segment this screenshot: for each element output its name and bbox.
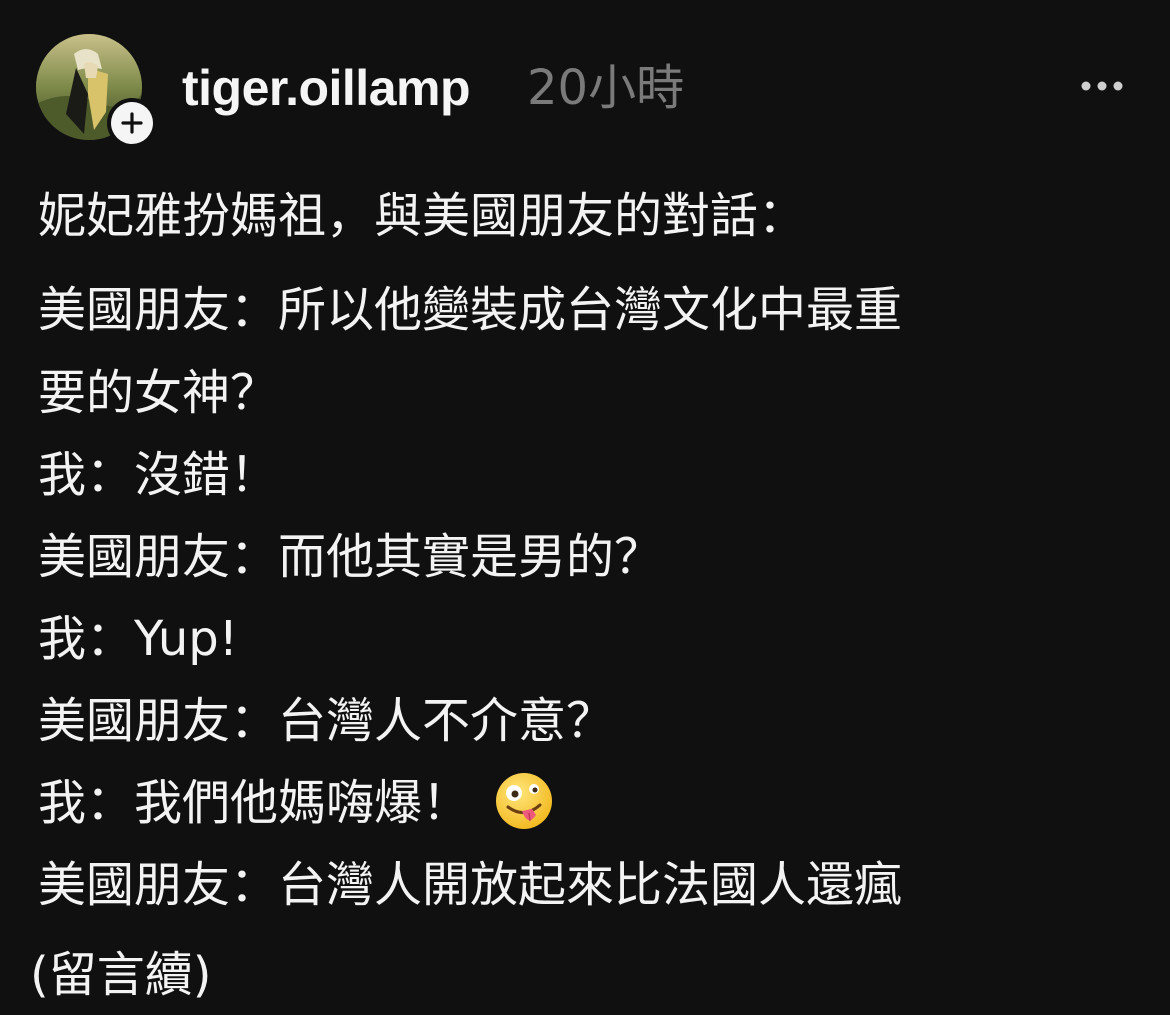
plus-icon bbox=[121, 112, 143, 134]
dialogue-line: 美國朋友：而他其實是男的？ bbox=[38, 529, 663, 585]
dialogue-line: 美國朋友：台灣人不介意？ bbox=[38, 693, 615, 749]
zany-face-emoji-icon bbox=[496, 773, 553, 829]
avatar-container[interactable] bbox=[36, 34, 157, 148]
username-link[interactable]: tiger.oillamp bbox=[182, 58, 471, 118]
continued-in-comments-note: (留言續) bbox=[30, 947, 212, 1003]
dialogue-line: 美國朋友：台灣人開放起來比法國人還瘋 bbox=[38, 857, 903, 913]
more-options-button[interactable] bbox=[1076, 66, 1128, 106]
dialogue-line-with-emoji: 我：我們他媽嗨爆！ bbox=[38, 762, 1138, 844]
dialogue-text: 我：我們他媽嗨爆！ bbox=[38, 775, 471, 831]
post-title-line: 妮妃雅扮媽祖，與美國朋友的對話： bbox=[38, 188, 807, 244]
follow-button[interactable] bbox=[107, 98, 157, 148]
dialogue-line: 我：Yup! bbox=[38, 611, 238, 667]
dialogue-line: 我：沒錯！ bbox=[38, 447, 279, 503]
dialogue-line: 要的女神？ bbox=[38, 365, 279, 421]
post-body: 妮妃雅扮媽祖，與美國朋友的對話： 美國朋友：所以他變裝成台灣文化中最重 要的女神… bbox=[38, 174, 1138, 926]
more-horizontal-icon bbox=[1081, 81, 1123, 91]
post-timestamp[interactable]: 20小時 bbox=[527, 58, 684, 118]
post-card: tiger.oillamp 20小時 妮妃雅扮媽祖，與美國朋友的對話： 美國朋友… bbox=[0, 0, 1170, 1015]
dialogue-line: 美國朋友：所以他變裝成台灣文化中最重 bbox=[38, 282, 903, 338]
